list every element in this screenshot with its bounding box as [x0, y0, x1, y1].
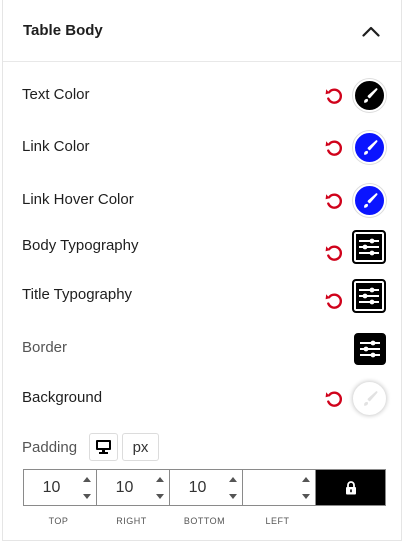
desktop-icon[interactable]	[89, 433, 118, 461]
border-row: Border	[3, 330, 401, 366]
brush-icon	[363, 87, 377, 103]
unit-selector[interactable]: px	[122, 433, 159, 461]
padding-top-value: 10	[42, 479, 61, 496]
text-color-row: Text Color	[3, 77, 401, 113]
link-color-label: Link Color	[22, 138, 90, 155]
section-title: Table Body	[23, 22, 103, 39]
padding-inputs: 10 10 10	[23, 469, 386, 506]
padding-top-label: TOP	[48, 516, 69, 526]
background-label: Background	[22, 389, 103, 406]
padding-left-label: LEFT	[265, 516, 290, 526]
reset-icon[interactable]	[323, 388, 345, 410]
padding-right-value: 10	[115, 479, 134, 496]
padding-bottom-value: 10	[188, 479, 207, 496]
brush-icon	[363, 390, 377, 406]
spin-up-icon[interactable]	[227, 474, 239, 486]
reset-icon[interactable]	[323, 290, 345, 312]
link-color-row: Link Color	[3, 129, 401, 165]
sliders-icon	[359, 238, 379, 256]
brush-icon	[363, 139, 377, 155]
title-typography-button[interactable]	[352, 279, 386, 313]
spinner[interactable]	[227, 474, 239, 502]
title-typography-label: Title Typography	[22, 286, 133, 303]
padding-bottom-input[interactable]: 10	[170, 470, 243, 505]
link-hover-color-swatch[interactable]	[353, 184, 386, 217]
brush-icon	[363, 192, 377, 208]
section-header[interactable]: Table Body	[3, 0, 401, 62]
padding-top-input[interactable]: 10	[24, 470, 97, 505]
link-hover-color-row: Link Hover Color	[3, 182, 401, 218]
text-color-swatch[interactable]	[353, 79, 386, 112]
spin-down-icon[interactable]	[154, 490, 166, 502]
spinner[interactable]	[154, 474, 166, 502]
sliders-icon	[360, 340, 380, 358]
title-typography-row: Title Typography	[3, 277, 401, 313]
reset-icon[interactable]	[323, 137, 345, 159]
spin-up-icon[interactable]	[300, 474, 312, 486]
table-body-panel: Table Body Text Color Link Color Link Ho…	[2, 0, 402, 541]
spin-down-icon[interactable]	[227, 490, 239, 502]
spin-down-icon[interactable]	[81, 490, 93, 502]
reset-icon[interactable]	[323, 242, 345, 264]
padding-right-label: RIGHT	[116, 516, 147, 526]
link-hover-color-label: Link Hover Color	[22, 191, 134, 208]
spin-up-icon[interactable]	[81, 474, 93, 486]
body-typography-row: Body Typography	[3, 228, 401, 264]
padding-left-input[interactable]	[243, 470, 316, 505]
padding-label: Padding	[22, 439, 78, 456]
padding-right-input[interactable]: 10	[97, 470, 170, 505]
background-swatch[interactable]	[353, 382, 386, 415]
spinner[interactable]	[81, 474, 93, 502]
link-color-swatch[interactable]	[353, 131, 386, 164]
sliders-icon	[359, 287, 379, 305]
link-values-button[interactable]	[316, 470, 385, 505]
border-button[interactable]	[354, 333, 386, 365]
reset-icon[interactable]	[323, 190, 345, 212]
spin-down-icon[interactable]	[300, 490, 312, 502]
text-color-label: Text Color	[22, 86, 90, 103]
border-label: Border	[22, 339, 68, 356]
chevron-up-icon[interactable]	[358, 20, 384, 42]
lock-icon	[345, 480, 356, 494]
padding-bottom-label: BOTTOM	[183, 516, 226, 526]
spin-up-icon[interactable]	[154, 474, 166, 486]
spinner[interactable]	[300, 474, 312, 502]
body-typography-button[interactable]	[352, 230, 386, 264]
body-typography-label: Body Typography	[22, 237, 139, 254]
reset-icon[interactable]	[323, 85, 345, 107]
background-row: Background	[3, 380, 401, 416]
